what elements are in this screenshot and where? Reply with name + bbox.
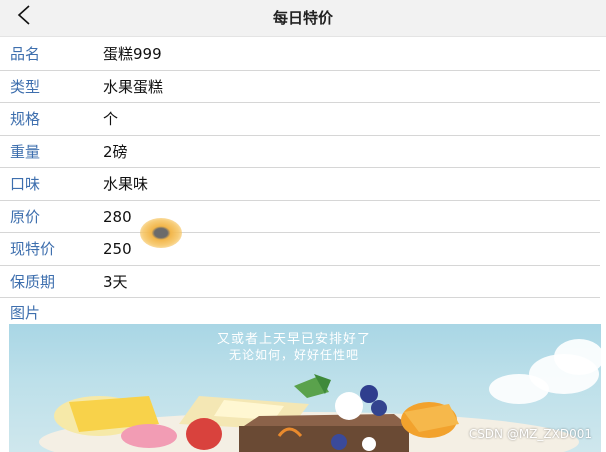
detail-value: 水果味	[103, 175, 149, 193]
detail-label: 类型	[10, 77, 41, 96]
detail-value: 个	[103, 110, 119, 128]
detail-row-original-price: 原价 280	[0, 201, 600, 233]
detail-value: 280	[103, 207, 132, 226]
detail-row-flavor: 口味 水果味	[0, 168, 600, 201]
detail-row-special-price: 现特价 250	[0, 233, 600, 266]
detail-row-type: 类型 水果蛋糕	[0, 71, 600, 103]
detail-value: 2磅	[103, 142, 128, 161]
top-nav-bar: 每日特价	[0, 0, 606, 37]
page-title: 每日特价	[272, 9, 333, 27]
detail-value: 蛋糕999	[103, 45, 162, 63]
detail-value: 3天	[103, 272, 128, 291]
detail-row-name: 品名 蛋糕999	[0, 38, 600, 71]
detail-label: 规格	[10, 110, 41, 128]
detail-label: 保质期	[10, 272, 56, 291]
detail-label: 品名	[10, 45, 41, 63]
chevron-left-icon	[16, 4, 32, 30]
detail-label: 口味	[10, 175, 41, 193]
product-detail-list: 品名 蛋糕999 类型 水果蛋糕 规格 个 重量 2磅 口味 水果味 原价 28…	[0, 38, 600, 322]
detail-value: 水果蛋糕	[103, 77, 164, 96]
detail-label: 现特价	[10, 240, 56, 258]
detail-row-image: 图片	[0, 298, 600, 322]
detail-value: 250	[103, 240, 132, 258]
detail-label: 重量	[10, 142, 41, 161]
detail-row-shelf-life: 保质期 3天	[0, 266, 600, 298]
detail-row-weight: 重量 2磅	[0, 136, 600, 168]
back-button[interactable]	[16, 2, 50, 32]
touch-cursor-indicator	[140, 218, 182, 248]
detail-row-spec: 规格 个	[0, 103, 600, 136]
watermark-text: CSDN @MZ_ZXD001	[468, 427, 592, 441]
detail-label: 原价	[10, 207, 41, 226]
